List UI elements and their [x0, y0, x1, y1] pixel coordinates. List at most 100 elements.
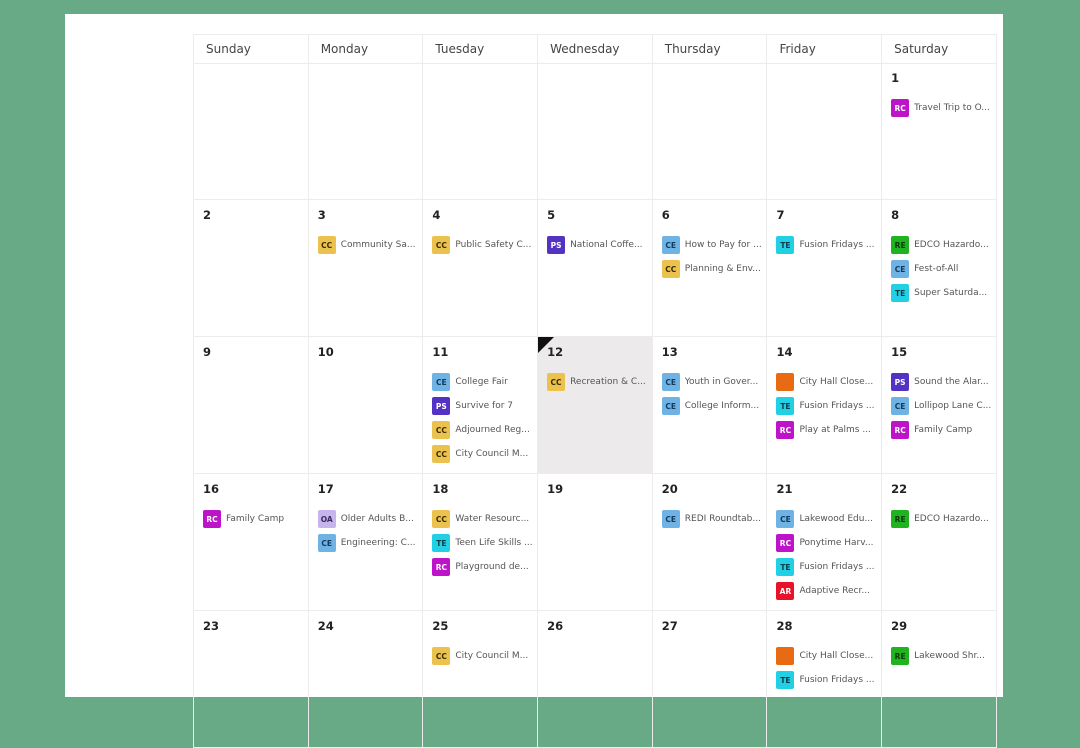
day-cell-12[interactable]: 12 CC Recreation & C... — [538, 337, 653, 474]
day-cell-2[interactable]: 2 — [194, 200, 309, 337]
day-cell-11[interactable]: 11 CE College Fair PS Survive for 7 CC Adjourn… — [423, 337, 539, 474]
today-marker-icon — [538, 337, 555, 353]
day-cell-empty[interactable] — [308, 63, 424, 200]
event-category-badge: PS — [547, 236, 566, 254]
event-item[interactable]: PS Survive for 7 — [432, 397, 537, 415]
event-item[interactable]: TE Teen Life Skills ... — [432, 534, 537, 552]
event-category-badge: RE — [891, 510, 910, 528]
event-category-badge: AR — [776, 582, 795, 600]
day-cell-25[interactable]: 25 CC City Council M... — [423, 611, 539, 748]
day-number: 27 — [661, 619, 678, 633]
event-title: Water Resourc... — [455, 514, 530, 524]
event-item[interactable]: CE Youth in Gover... — [661, 373, 767, 391]
event-list: CC City Council M... — [432, 647, 537, 665]
event-item[interactable]: TE Fusion Fridays ... — [776, 236, 881, 254]
event-item[interactable]: OA Older Adults B... — [317, 510, 423, 528]
event-item[interactable]: RC Playground de... — [432, 558, 537, 576]
event-item[interactable]: CC Adjourned Reg... — [432, 421, 537, 439]
event-title: City Hall Close... — [799, 651, 874, 661]
weekday-sunday: Sunday — [194, 35, 309, 64]
event-item[interactable]: RC Travel Trip to O... — [891, 99, 996, 117]
day-cell-empty[interactable] — [194, 63, 309, 200]
week-row: 9 10 11 CE College Fair PS Survive for 7 CC Adjo… — [194, 337, 997, 474]
event-item[interactable]: CE Lollipop Lane C... — [891, 397, 996, 415]
day-cell-1[interactable]: 1 RC Travel Trip to O... — [882, 63, 997, 200]
event-category-badge: TE — [776, 558, 795, 576]
event-item[interactable]: PS National Coffe... — [547, 236, 652, 254]
event-item[interactable]: CC Water Resourc... — [432, 510, 537, 528]
event-item[interactable]: RE EDCO Hazardo... — [891, 236, 996, 254]
event-item[interactable]: City Hall Close... — [776, 647, 881, 665]
day-cell-13[interactable]: 13 CE Youth in Gover... CE College Inform... — [652, 337, 768, 474]
event-category-badge: CE — [661, 510, 680, 528]
event-item[interactable]: RC Family Camp — [203, 510, 308, 528]
event-title: Family Camp — [914, 425, 973, 435]
day-cell-23[interactable]: 23 — [194, 611, 309, 748]
event-title: Engineering: C... — [340, 538, 416, 548]
event-item[interactable]: CE REDI Roundtab... — [661, 510, 767, 528]
event-item[interactable]: CE Fest-of-All — [891, 260, 996, 278]
event-item[interactable]: CE College Fair — [432, 373, 537, 391]
event-item[interactable]: RC Family Camp — [891, 421, 996, 439]
event-item[interactable]: TE Super Saturda... — [891, 284, 996, 302]
event-title: Survive for 7 — [455, 401, 514, 411]
day-cell-20[interactable]: 20 CE REDI Roundtab... — [652, 474, 768, 611]
day-cell-18[interactable]: 18 CC Water Resourc... TE Teen Life Skills .… — [423, 474, 539, 611]
day-cell-empty[interactable] — [652, 63, 768, 200]
event-category-badge: CC — [661, 260, 680, 278]
event-item[interactable]: RC Play at Palms ... — [776, 421, 881, 439]
event-item[interactable]: CC Recreation & C... — [547, 373, 652, 391]
event-item[interactable]: CC City Council M... — [432, 647, 537, 665]
day-cell-3[interactable]: 3 CC Community Sa... — [308, 200, 424, 337]
day-cell-7[interactable]: 7 TE Fusion Fridays ... — [767, 200, 883, 337]
event-item[interactable]: CE College Inform... — [661, 397, 767, 415]
event-item[interactable]: RC Ponytime Harv... — [776, 534, 881, 552]
event-item[interactable]: RE EDCO Hazardo... — [891, 510, 996, 528]
day-cell-5[interactable]: 5 PS National Coffe... — [538, 200, 653, 337]
event-category-badge: TE — [776, 236, 795, 254]
day-cell-empty[interactable] — [538, 63, 653, 200]
day-cell-6[interactable]: 6 CE How to Pay for ... CC Planning & Env... — [652, 200, 768, 337]
event-title: EDCO Hazardo... — [914, 514, 989, 524]
event-category-badge: CE — [661, 373, 680, 391]
day-cell-4[interactable]: 4 CC Public Safety C... — [423, 200, 539, 337]
day-cell-27[interactable]: 27 — [652, 611, 768, 748]
day-cell-21[interactable]: 21 CE Lakewood Edu... RC Ponytime Harv... TE F… — [767, 474, 883, 611]
day-number: 7 — [776, 208, 785, 222]
day-cell-14[interactable]: 14 City Hall Close... TE Fusion Fridays ...… — [767, 337, 883, 474]
event-item[interactable]: TE Fusion Fridays ... — [776, 558, 881, 576]
day-cell-26[interactable]: 26 — [538, 611, 653, 748]
event-item[interactable]: CC Public Safety C... — [432, 236, 537, 254]
event-item[interactable]: AR Adaptive Recr... — [776, 582, 881, 600]
day-cell-empty[interactable] — [423, 63, 539, 200]
event-item[interactable]: CE Lakewood Edu... — [776, 510, 881, 528]
day-number: 10 — [317, 345, 334, 359]
day-cell-8[interactable]: 8 RE EDCO Hazardo... CE Fest-of-All TE Super S… — [882, 200, 997, 337]
day-cell-24[interactable]: 24 — [308, 611, 424, 748]
event-title: Sound the Alar... — [914, 377, 989, 387]
event-item[interactable]: PS Sound the Alar... — [891, 373, 996, 391]
event-category-badge: CE — [891, 260, 910, 278]
day-cell-empty[interactable] — [767, 63, 883, 200]
event-item[interactable]: RE Lakewood Shr... — [891, 647, 996, 665]
day-cell-17[interactable]: 17 OA Older Adults B... CE Engineering: C... — [308, 474, 424, 611]
event-item[interactable]: CC Community Sa... — [317, 236, 423, 254]
day-cell-10[interactable]: 10 — [308, 337, 424, 474]
day-cell-19[interactable]: 19 — [538, 474, 653, 611]
day-cell-22[interactable]: 22 RE EDCO Hazardo... — [882, 474, 997, 611]
event-item[interactable]: TE Fusion Fridays ... — [776, 671, 881, 689]
day-cell-16[interactable]: 16 RC Family Camp — [194, 474, 309, 611]
event-item[interactable]: CC City Council M... — [432, 445, 537, 463]
event-item[interactable]: TE Fusion Fridays ... — [776, 397, 881, 415]
day-cell-15[interactable]: 15 PS Sound the Alar... CE Lollipop Lane C..… — [882, 337, 997, 474]
day-cell-29[interactable]: 29 RE Lakewood Shr... — [882, 611, 997, 748]
event-item[interactable]: CE How to Pay for ... — [661, 236, 767, 254]
day-number: 14 — [776, 345, 793, 359]
weekday-wednesday: Wednesday — [538, 35, 653, 64]
day-cell-28[interactable]: 28 City Hall Close... TE Fusion Fridays ... — [767, 611, 883, 748]
event-item[interactable]: CC Planning & Env... — [661, 260, 767, 278]
event-item[interactable]: CE Engineering: C... — [317, 534, 423, 552]
day-cell-9[interactable]: 9 — [194, 337, 309, 474]
day-number: 1 — [891, 71, 900, 85]
event-item[interactable]: City Hall Close... — [776, 373, 881, 391]
